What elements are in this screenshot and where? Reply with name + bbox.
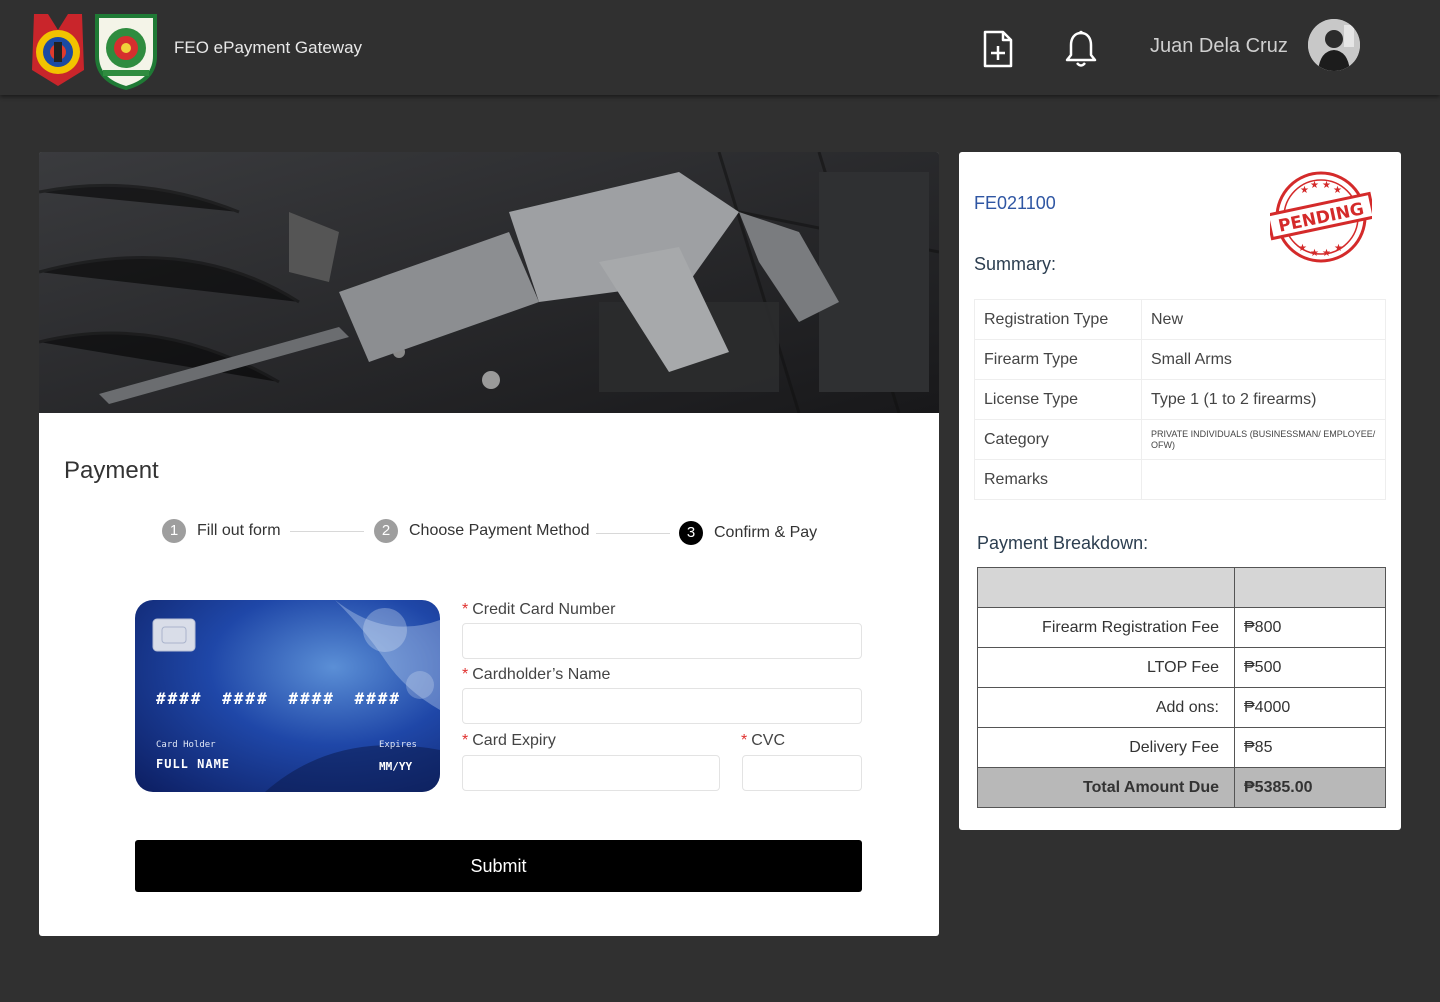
step-1-number: 1 — [162, 519, 186, 543]
cardholder-label: * Cardholder’s Name — [462, 666, 610, 684]
summary-value — [1141, 459, 1386, 500]
summary-value: Type 1 (1 to 2 firearms) — [1141, 379, 1386, 420]
cvc-label: * CVC — [741, 732, 785, 750]
table-row: Firearm Registration Fee ₱800 — [977, 607, 1386, 648]
table-row: Remarks — [974, 459, 1386, 500]
reference-number[interactable]: FE021100 — [974, 193, 1056, 214]
summary-card: FE021100 ★ ★ ★ ★ ★ ★ ★ ★ PENDING Summary: Regi… — [959, 152, 1401, 830]
step-3-number: 3 — [679, 521, 703, 545]
svg-text:★: ★ — [1298, 243, 1307, 254]
card-expiry-label: Expires — [379, 740, 417, 750]
required-mark: * — [462, 601, 469, 618]
card-number-input[interactable] — [462, 623, 862, 659]
step-3-label[interactable]: Confirm & Pay — [714, 524, 817, 542]
svg-text:★: ★ — [1310, 248, 1319, 259]
svg-text:★: ★ — [1334, 243, 1343, 254]
user-name[interactable]: Juan Dela Cruz — [1150, 35, 1288, 58]
svg-text:★: ★ — [1300, 185, 1309, 196]
required-mark: * — [462, 666, 469, 683]
summary-key: Category — [974, 419, 1142, 460]
fee-amount: ₱85 — [1234, 727, 1386, 768]
table-row: License Type Type 1 (1 to 2 firearms) — [974, 379, 1386, 420]
summary-key: License Type — [974, 379, 1142, 420]
card-expiry-preview: MM/YY — [379, 760, 413, 773]
card-number-label: * Credit Card Number — [462, 601, 615, 619]
total-label: Total Amount Due — [977, 767, 1235, 808]
submit-button[interactable]: Submit — [135, 840, 862, 892]
summary-value: Small Arms — [1141, 339, 1386, 380]
breakdown-title: Payment Breakdown: — [977, 533, 1149, 553]
required-mark: * — [462, 732, 469, 749]
summary-key: Registration Type — [974, 299, 1142, 340]
breakdown-table: Firearm Registration Fee ₱800 LTOP Fee ₱50… — [977, 567, 1386, 808]
table-row: Registration Type New — [974, 299, 1386, 340]
table-row: LTOP Fee ₱500 — [977, 647, 1386, 688]
cvc-input[interactable] — [742, 755, 862, 791]
required-mark: * — [741, 732, 748, 749]
table-header-row — [977, 567, 1386, 608]
step-2-label[interactable]: Choose Payment Method — [409, 522, 590, 540]
svg-text:★: ★ — [1333, 185, 1342, 196]
step-1-label[interactable]: Fill out form — [197, 522, 281, 540]
table-row: Category PRIVATE INDIVIDUALS (BUSINESSMAN… — [974, 419, 1386, 460]
header-cell — [977, 567, 1235, 608]
step-connector — [596, 533, 670, 534]
total-row: Total Amount Due ₱5385.00 — [977, 767, 1386, 808]
fee-amount: ₱4000 — [1234, 687, 1386, 728]
step-2-number: 2 — [374, 519, 398, 543]
card-expiry-label-text: Card Expiry — [472, 732, 556, 749]
summary-key: Remarks — [974, 459, 1142, 500]
fee-label: Delivery Fee — [977, 727, 1235, 768]
total-amount: ₱5385.00 — [1234, 767, 1386, 808]
credit-card-preview: #### #### #### #### Card Holder FULL NAM… — [135, 600, 440, 792]
step-connector — [290, 531, 364, 532]
summary-key: Firearm Type — [974, 339, 1142, 380]
pnp-logo — [32, 14, 84, 86]
summary-value: PRIVATE INDIVIDUALS (BUSINESSMAN/ EMPLOY… — [1141, 419, 1386, 460]
fee-label: Add ons: — [977, 687, 1235, 728]
table-row: Firearm Type Small Arms — [974, 339, 1386, 380]
card-expiry-input[interactable] — [462, 755, 720, 791]
app-title: FEO ePayment Gateway — [174, 38, 363, 57]
top-bar: FEO ePayment Gateway Juan Dela Cruz — [0, 0, 1440, 95]
pending-stamp: ★ ★ ★ ★ ★ ★ ★ ★ PENDING — [1265, 171, 1376, 263]
fee-amount: ₱800 — [1234, 607, 1386, 648]
avatar-photo — [1308, 19, 1360, 71]
bell-icon[interactable] — [1064, 30, 1098, 68]
card-holder-label: Card Holder — [156, 740, 216, 750]
payment-card: Payment 1 Fill out form 2 Choose Payment… — [39, 152, 939, 936]
fee-label: LTOP Fee — [977, 647, 1235, 688]
cvc-label-text: CVC — [751, 732, 786, 749]
summary-title: Summary: — [974, 254, 1057, 274]
summary-table: Registration Type New Firearm Type Small A… — [974, 299, 1386, 500]
avatar[interactable] — [1308, 19, 1360, 71]
svg-text:★: ★ — [1322, 180, 1331, 191]
page-title: Payment — [64, 457, 159, 484]
cardholder-label-text: Cardholder’s Name — [472, 666, 611, 683]
svg-text:★: ★ — [1310, 180, 1319, 191]
progress-steps: 1 Fill out form 2 Choose Payment Method … — [162, 518, 822, 548]
cardholder-name-input[interactable] — [462, 688, 862, 724]
hero-image-rifle — [39, 152, 939, 413]
svg-text:★: ★ — [1322, 248, 1331, 259]
card-number-label-text: Credit Card Number — [472, 601, 616, 618]
card-holder-preview: FULL NAME — [156, 757, 231, 771]
card-number-preview: #### #### #### #### — [156, 689, 402, 708]
table-row: Add ons: ₱4000 — [977, 687, 1386, 728]
fee-label: Firearm Registration Fee — [977, 607, 1235, 648]
feo-logo — [95, 14, 157, 90]
header-cell — [1234, 567, 1386, 608]
fee-amount: ₱500 — [1234, 647, 1386, 688]
summary-value: New — [1141, 299, 1386, 340]
new-document-icon[interactable] — [982, 30, 1014, 68]
card-expiry-field-label: * Card Expiry — [462, 732, 556, 750]
table-row: Delivery Fee ₱85 — [977, 727, 1386, 768]
